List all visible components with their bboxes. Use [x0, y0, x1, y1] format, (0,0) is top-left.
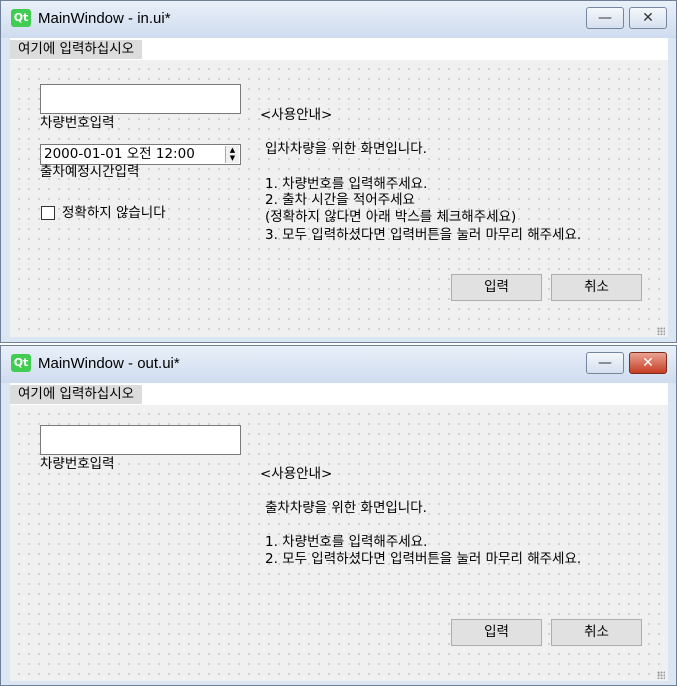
- title-bar[interactable]: Qt MainWindow - in.ui* — ✕: [1, 1, 676, 38]
- cancel-button[interactable]: 취소: [551, 619, 642, 646]
- resize-grip[interactable]: [657, 671, 665, 679]
- guide-line: 3. 모두 입력하셨다면 입력버튼을 눌러 마무리 해주세요.: [265, 227, 582, 243]
- form-canvas: 차량번호입력 <사용안내> 출차차량을 위한 화면입니다. 1. 차량번호를 입…: [10, 405, 668, 681]
- close-button[interactable]: ✕: [629, 7, 667, 29]
- menu-type-here[interactable]: 여기에 입력하십시오: [10, 40, 143, 59]
- qt-app-icon: Qt: [11, 354, 31, 372]
- datetime-spin-buttons[interactable]: ▲ ▼: [225, 146, 239, 163]
- guide-line: 2. 출차 시간을 적어주세요: [265, 192, 415, 208]
- resize-grip[interactable]: [657, 327, 665, 335]
- guide-line: (정확하지 않다면 아래 박스를 체크해주세요): [265, 209, 517, 225]
- inaccurate-checkbox-label: 정확하지 않습니다: [62, 205, 166, 221]
- car-number-input[interactable]: [40, 425, 241, 455]
- guide-intro: 출차차량을 위한 화면입니다.: [265, 500, 427, 516]
- guide-intro: 입차차량을 위한 화면입니다.: [265, 141, 427, 157]
- window-out: Qt MainWindow - out.ui* — ✕ 여기에 입력하십시오 차…: [0, 345, 677, 686]
- departure-datetime-edit[interactable]: 2000-01-01 오전 12:00 ▲ ▼: [40, 144, 241, 165]
- window-title: MainWindow - in.ui*: [38, 10, 171, 27]
- title-bar[interactable]: Qt MainWindow - out.ui* — ✕: [1, 346, 676, 383]
- spin-down-icon[interactable]: ▼: [226, 154, 239, 162]
- guide-line: 1. 차량번호를 입력해주세요.: [265, 176, 428, 192]
- window-in: Qt MainWindow - in.ui* — ✕ 여기에 입력하십시오 차량…: [0, 0, 677, 343]
- submit-button[interactable]: 입력: [451, 619, 542, 646]
- guide-line: 2. 모두 입력하셨다면 입력버튼을 눌러 마무리 해주세요.: [265, 551, 582, 567]
- menu-bar: 여기에 입력하십시오: [10, 38, 668, 60]
- guide-title: <사용안내>: [260, 466, 333, 482]
- menu-type-here[interactable]: 여기에 입력하십시오: [10, 385, 143, 404]
- spin-up-icon[interactable]: ▲: [226, 146, 239, 154]
- window-title: MainWindow - out.ui*: [38, 355, 180, 372]
- car-number-input[interactable]: [40, 84, 241, 114]
- guide-line: 1. 차량번호를 입력해주세요.: [265, 534, 428, 550]
- car-number-label: 차량번호입력: [40, 115, 115, 131]
- minimize-button[interactable]: —: [586, 352, 624, 374]
- cancel-button[interactable]: 취소: [551, 274, 642, 301]
- close-button[interactable]: ✕: [629, 352, 667, 374]
- car-number-label: 차량번호입력: [40, 456, 115, 472]
- minimize-button[interactable]: —: [586, 7, 624, 29]
- submit-button[interactable]: 입력: [451, 274, 542, 301]
- datetime-value: 2000-01-01 오전 12:00: [44, 146, 195, 162]
- qt-app-icon: Qt: [11, 9, 31, 27]
- menu-bar: 여기에 입력하십시오: [10, 383, 668, 405]
- inaccurate-checkbox[interactable]: [41, 206, 55, 220]
- form-canvas: 차량번호입력 2000-01-01 오전 12:00 ▲ ▼ 출차예정시간입력 …: [10, 60, 668, 337]
- datetime-label: 출차예정시간입력: [40, 164, 140, 180]
- guide-title: <사용안내>: [260, 107, 333, 123]
